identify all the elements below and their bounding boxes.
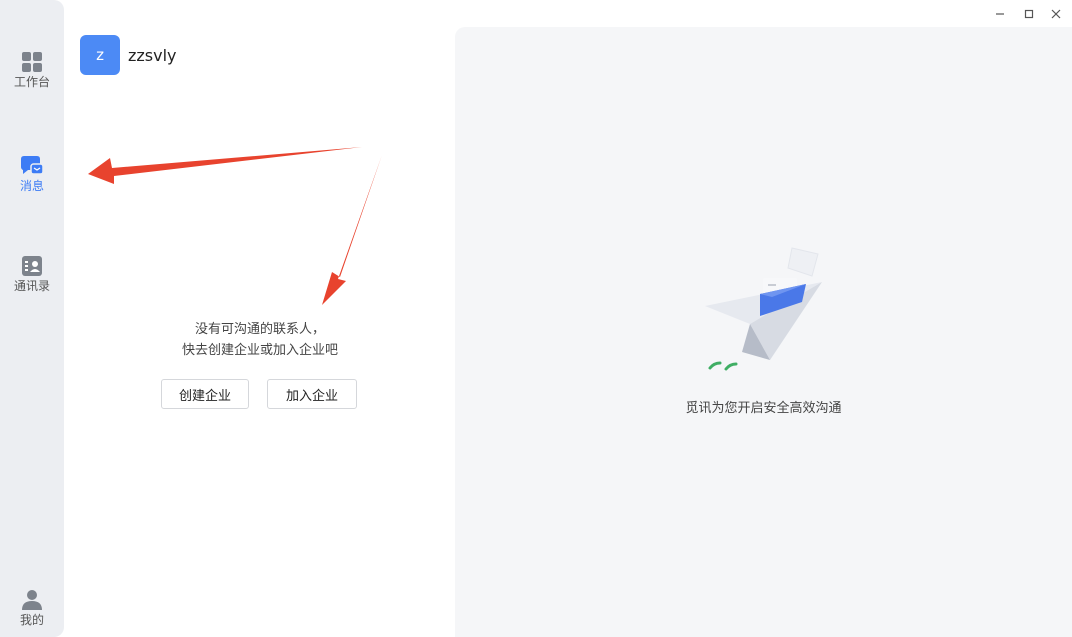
close-icon [1051,9,1061,19]
avatar[interactable]: z [80,35,120,75]
annotation-arrow-left [88,147,362,184]
sidebar-item-label: 工作台 [13,75,50,89]
sidebar-item-contacts[interactable]: 通讯录 [0,255,64,293]
welcome-panel: 觅讯为您开启安全高效沟通 [455,27,1072,637]
create-enterprise-button[interactable]: 创建企业 [161,379,249,409]
paper-plane-illustration [705,247,822,371]
sidebar-item-label: 通讯录 [13,279,50,293]
user-icon [22,590,42,610]
join-enterprise-button[interactable]: 加入企业 [267,379,357,409]
chat-icon [21,156,44,175]
maximize-icon [1024,9,1034,19]
maximize-button[interactable] [1021,6,1037,22]
grid-icon [22,52,42,72]
sidebar-item-workbench[interactable]: 工作台 [0,51,64,89]
minimize-button[interactable] [992,6,1008,22]
sidebar-item-label: 消息 [19,179,44,193]
minimize-icon [996,13,1004,15]
sidebar-item-profile[interactable]: 我的 [0,589,64,627]
sidebar-item-messages[interactable]: 消息 [0,155,64,193]
close-button[interactable] [1048,6,1064,22]
empty-state-message-line1: 没有可沟通的联系人， [194,322,325,337]
empty-state-message-line2: 快去创建企业或加入企业吧 [181,343,338,358]
welcome-tagline: 觅讯为您开启安全高效沟通 [685,401,842,416]
contacts-icon [22,256,42,276]
annotation-arrow-down [322,155,382,305]
username: zzsvly [128,46,177,65]
sidebar-item-label: 我的 [19,613,44,627]
sidebar: 工作台 消息 通讯录 我的 [0,0,64,637]
